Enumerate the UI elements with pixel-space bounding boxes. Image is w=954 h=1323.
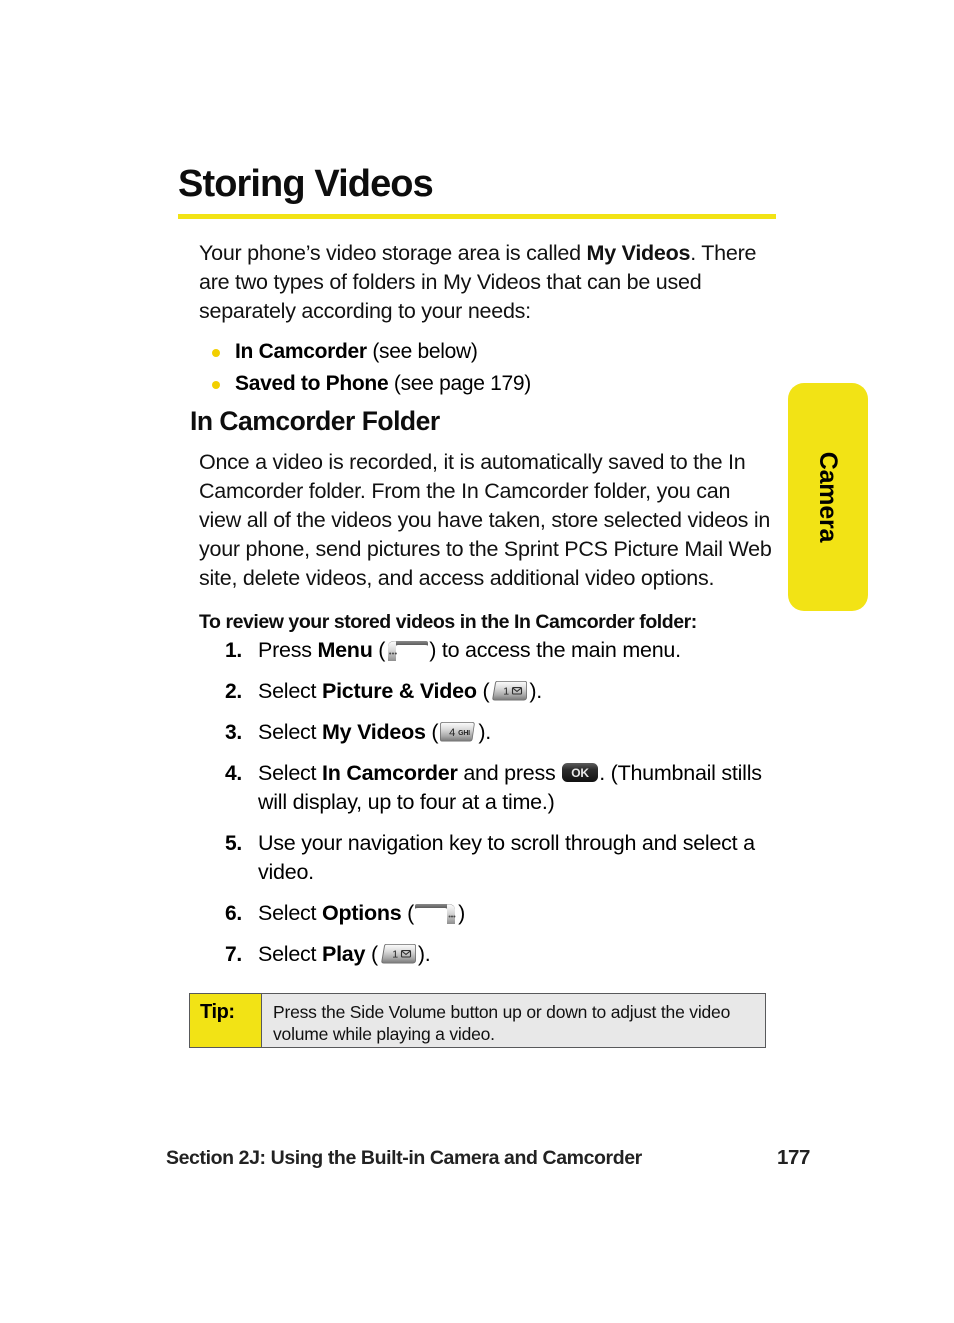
tip-text: Press the Side Volume button up or down … — [262, 994, 765, 1047]
tip-label: Tip: — [190, 994, 262, 1047]
step-7: 7. Select Play (1). — [214, 940, 784, 969]
step-text: Press Menu ( ) to access the main menu. — [258, 638, 681, 662]
step-text: Select My Videos (4 GHI). — [258, 720, 491, 744]
side-tab-label: Camera — [814, 451, 843, 543]
tip-callout: Tip: Press the Side Volume button up or … — [189, 993, 766, 1048]
svg-text:1: 1 — [392, 949, 398, 961]
step-number: 5. — [224, 832, 242, 855]
intro-text-part1: Your phone’s video storage area is calle… — [199, 241, 587, 265]
left-softkey-icon — [385, 638, 429, 662]
step-mid-text: ( — [401, 901, 415, 925]
footer-section-title: Section 2J: Using the Built-in Camera an… — [166, 1147, 642, 1169]
bullet-bold-label: Saved to Phone — [235, 372, 389, 395]
step-post-text: ) — [458, 901, 466, 925]
intro-paragraph: Your phone’s video storage area is calle… — [199, 239, 777, 326]
section-block: Once a video is recorded, it is automati… — [199, 448, 777, 635]
step-bold-label: Play — [321, 942, 366, 966]
key-1-icon: 1 — [489, 679, 529, 703]
key-4-ghi-icon: 4 GHI — [438, 720, 478, 744]
step-number: 4. — [224, 762, 242, 785]
step-1: 1. Press Menu ( ) to access the main menu… — [214, 636, 784, 665]
step-mid-text: ( — [365, 942, 378, 966]
step-bold-label: Menu — [317, 638, 373, 662]
section-heading: In Camcorder Folder — [190, 406, 440, 436]
right-softkey-icon — [414, 901, 458, 925]
step-bold-label: Options — [321, 901, 402, 925]
step-pre-text: Select — [258, 761, 322, 785]
bullet-rest-text: (see page 179) — [388, 372, 531, 395]
step-2: 2. Select Picture & Video (1). — [214, 677, 784, 706]
manual-page: Camera Storing Videos Your phone’s video… — [0, 0, 954, 1323]
step-mid-text: ( — [476, 679, 490, 703]
step-mid-text: ( — [425, 720, 439, 744]
step-pre-text: Select — [258, 679, 322, 703]
step-5: 5. Use your navigation key to scroll thr… — [214, 829, 784, 887]
ok-key-icon: OK — [561, 761, 599, 784]
page-title: Storing Videos — [178, 163, 434, 205]
step-4: 4. Select In Camcorder and press OK. (Th… — [214, 759, 784, 817]
list-item: Saved to Phone (see page 179) — [199, 368, 777, 400]
section-paragraph: Once a video is recorded, it is automati… — [199, 450, 772, 590]
step-number: 1. — [224, 639, 242, 662]
key-1-icon: 1 — [378, 942, 418, 966]
page-heading-block: Storing Videos — [178, 163, 776, 219]
step-bold-label: In Camcorder — [321, 761, 458, 785]
step-pre-text: Select — [258, 942, 322, 966]
step-number: 2. — [224, 680, 242, 703]
footer-page-number: 177 — [776, 1146, 810, 1169]
side-thumb-tab-camera: Camera — [788, 383, 868, 611]
step-mid-text: and press — [457, 761, 562, 785]
step-post-text: ) to access the main menu. — [429, 638, 681, 662]
folder-types-list: In Camcorder (see below) Saved to Phone … — [199, 336, 777, 400]
step-post-text: ). — [417, 942, 431, 966]
step-pre-text: Select — [258, 720, 322, 744]
step-text: Select Options () — [258, 901, 465, 925]
bullet-rest-text: (see below) — [366, 340, 478, 363]
procedure-steps: 1. Press Menu ( ) to access the main menu… — [214, 636, 784, 981]
intro-bold-my-videos: My Videos — [586, 241, 691, 265]
page-footer: Section 2J: Using the Built-in Camera an… — [166, 1146, 810, 1170]
heading-rule — [178, 214, 776, 219]
step-pre-text: Press — [258, 638, 318, 662]
step-text: Select Play (1). — [258, 942, 431, 966]
step-bold-label: Picture & Video — [321, 679, 477, 703]
step-3: 3. Select My Videos (4 GHI). — [214, 718, 784, 747]
svg-text:4: 4 — [449, 727, 455, 739]
step-6: 6. Select Options () — [214, 899, 784, 928]
step-bold-label: My Videos — [321, 720, 426, 744]
step-text: Use your navigation key to scroll throug… — [258, 831, 755, 884]
step-number: 6. — [224, 902, 242, 925]
step-post-text: ). — [478, 720, 491, 744]
step-number: 7. — [224, 943, 242, 966]
svg-text:OK: OK — [571, 766, 589, 780]
procedure-lead-in: To review your stored videos in the In C… — [199, 611, 697, 633]
step-number: 3. — [224, 721, 242, 744]
step-pre-text: Select — [258, 901, 322, 925]
svg-text:GHI: GHI — [458, 730, 470, 737]
step-text: Select Picture & Video (1). — [258, 679, 542, 703]
list-item: In Camcorder (see below) — [199, 336, 777, 368]
step-mid-text: ( — [372, 638, 386, 662]
step-text: Select In Camcorder and press OK. (Thumb… — [258, 761, 762, 814]
intro-block: Your phone’s video storage area is calle… — [199, 239, 777, 400]
step-post-text: ). — [529, 679, 543, 703]
bullet-bold-label: In Camcorder — [235, 340, 367, 363]
svg-text:1: 1 — [504, 686, 510, 698]
